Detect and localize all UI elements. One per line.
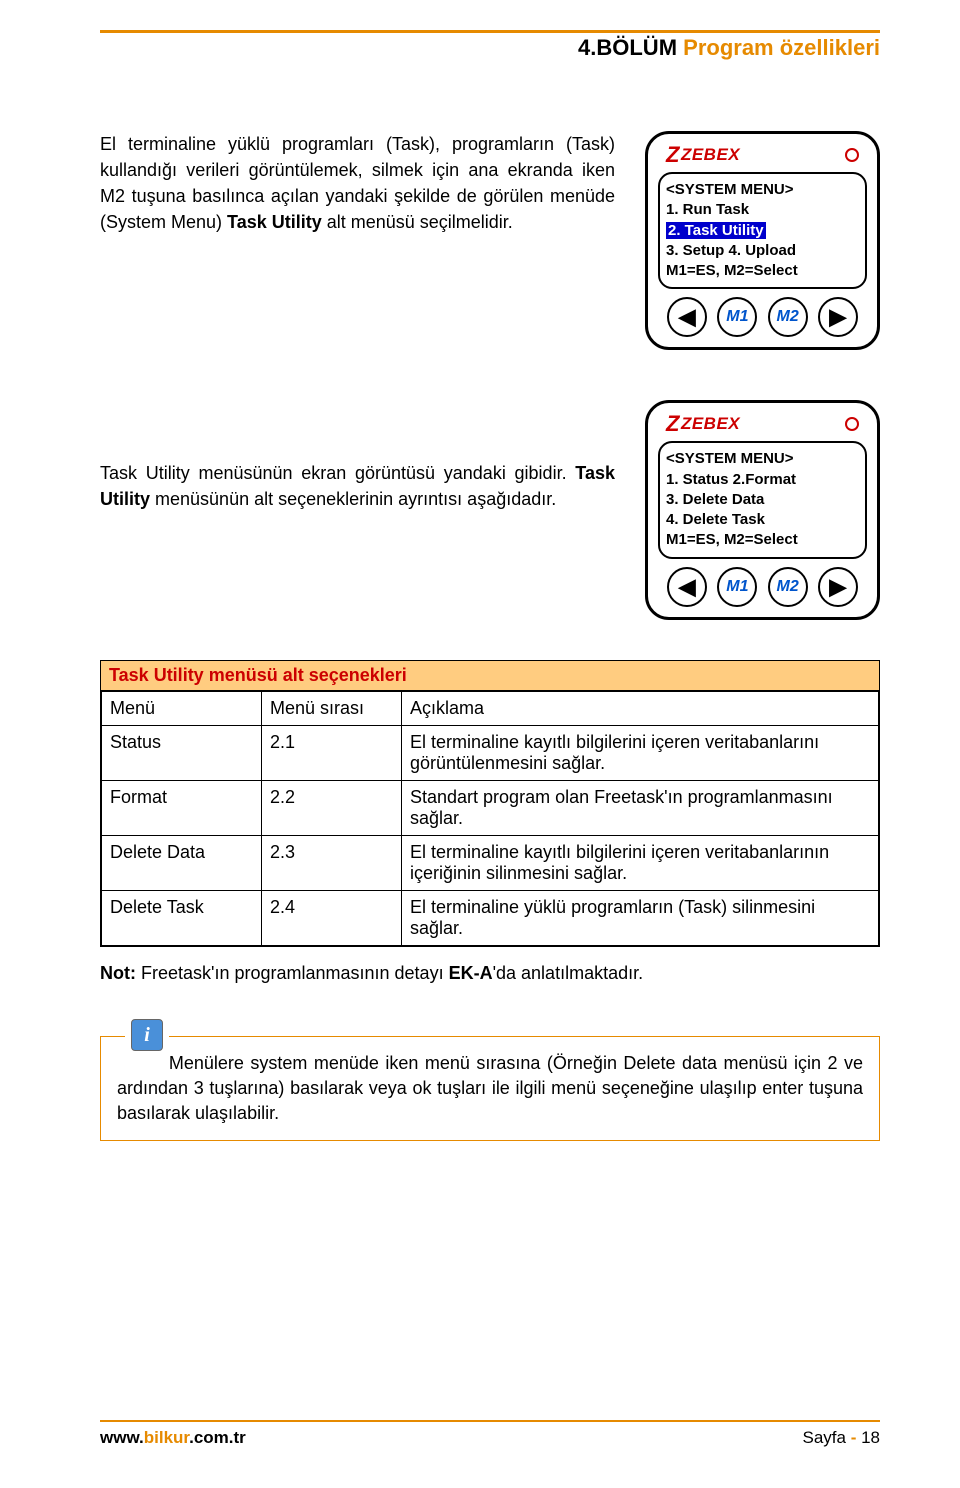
device-header: ZZEBEX xyxy=(658,411,867,441)
right-arrow-button: ▶ xyxy=(818,297,858,337)
info-box: i Menülere system menüde iken menü sıras… xyxy=(100,1036,880,1142)
options-table-wrap: Task Utility menüsü alt seçenekleri Menü… xyxy=(100,660,880,947)
cell-menu: Status xyxy=(102,725,262,780)
screen2-line4: M1=ES, M2=Select xyxy=(666,530,859,550)
triangle-left-icon: ◀ xyxy=(679,304,696,330)
screen2-line1: 1. Status 2.Format xyxy=(666,470,859,490)
cell-sira: 2.2 xyxy=(262,780,402,835)
chapter-name: Program özellikleri xyxy=(683,35,880,60)
section-1: El terminaline yüklü programları (Task),… xyxy=(100,131,880,350)
info-icon-wrap: i xyxy=(125,1019,169,1051)
logo-text: ZEBEX xyxy=(681,414,740,434)
table-row: Status 2.1 El terminaline kayıtlı bilgil… xyxy=(102,725,879,780)
m1-button: M1 xyxy=(717,567,757,607)
th-desc: Açıklama xyxy=(402,691,879,725)
options-table: Menü Menü sırası Açıklama Status 2.1 El … xyxy=(101,691,879,946)
footer-page: Sayfa - 18 xyxy=(802,1428,880,1448)
device-button-row: ◀ M1 M2 ▶ xyxy=(658,567,867,607)
triangle-right-icon: ▶ xyxy=(829,574,846,600)
cell-menu: Delete Data xyxy=(102,835,262,890)
triangle-right-icon: ▶ xyxy=(829,304,846,330)
cell-sira: 2.1 xyxy=(262,725,402,780)
table-row: Format 2.2 Standart program olan Freetas… xyxy=(102,780,879,835)
device-button-row: ◀ M1 M2 ▶ xyxy=(658,297,867,337)
note-text: Freetask'ın programlanmasının detayı xyxy=(136,963,449,983)
led-icon xyxy=(845,417,859,431)
paragraph-1: El terminaline yüklü programları (Task),… xyxy=(100,131,615,235)
header-rule xyxy=(100,30,880,33)
led-icon xyxy=(845,148,859,162)
table-row: Delete Data 2.3 El terminaline kayıtlı b… xyxy=(102,835,879,890)
page-dash: - xyxy=(851,1428,861,1447)
device-frame: ZZEBEX <SYSTEM MENU> 1. Status 2.Format … xyxy=(645,400,880,619)
cell-menu: Format xyxy=(102,780,262,835)
cell-sira: 2.4 xyxy=(262,890,402,945)
right-arrow-button: ▶ xyxy=(818,567,858,607)
page-label: Sayfa xyxy=(802,1428,850,1447)
screen1-title: <SYSTEM MENU> xyxy=(666,180,859,200)
logo-text: ZEBEX xyxy=(681,145,740,165)
url-suffix: .com.tr xyxy=(189,1428,246,1447)
section-2: Task Utility menüsünün ekran görüntüsü y… xyxy=(100,400,880,619)
device-header: ZZEBEX xyxy=(658,142,867,172)
info-text: Menülere system menüde iken menü sırasın… xyxy=(117,1037,863,1127)
m2-button: M2 xyxy=(768,297,808,337)
device-frame: ZZEBEX <SYSTEM MENU> 1. Run Task 2. Task… xyxy=(645,131,880,350)
page-footer: www.bilkur.com.tr Sayfa - 18 xyxy=(100,1420,880,1448)
device-screen-2: <SYSTEM MENU> 1. Status 2.Format 3. Dele… xyxy=(658,441,867,558)
device-screenshot-1: ZZEBEX <SYSTEM MENU> 1. Run Task 2. Task… xyxy=(645,131,880,350)
left-arrow-button: ◀ xyxy=(667,297,707,337)
cell-desc: El terminaline kayıtlı bilgilerini içere… xyxy=(402,725,879,780)
screen2-title: <SYSTEM MENU> xyxy=(666,449,859,469)
screen2-line3: 4. Delete Task xyxy=(666,510,859,530)
info-icon: i xyxy=(131,1019,163,1051)
chapter-title: 4.BÖLÜM Program özellikleri xyxy=(100,35,880,61)
note-bold: EK-A xyxy=(449,963,493,983)
para1-bold: Task Utility xyxy=(227,212,322,232)
cell-desc: Standart program olan Freetask'ın progra… xyxy=(402,780,879,835)
table-header-row: Menü Menü sırası Açıklama xyxy=(102,691,879,725)
th-sira: Menü sırası xyxy=(262,691,402,725)
cell-menu: Delete Task xyxy=(102,890,262,945)
url-prefix: www. xyxy=(100,1428,144,1447)
chapter-number: 4.BÖLÜM xyxy=(578,35,683,60)
table-row: Delete Task 2.4 El terminaline yüklü pro… xyxy=(102,890,879,945)
screen2-line2: 3. Delete Data xyxy=(666,490,859,510)
para1-post: alt menüsü seçilmelidir. xyxy=(322,212,513,232)
screen1-line4: M1=ES, M2=Select xyxy=(666,261,859,281)
m1-button: M1 xyxy=(717,297,757,337)
m2-button: M2 xyxy=(768,567,808,607)
para2-post: menüsünün alt seçeneklerinin ayrıntısı a… xyxy=(150,489,556,509)
info-content: Menülere system menüde iken menü sırasın… xyxy=(117,1053,863,1123)
footer-url: www.bilkur.com.tr xyxy=(100,1428,246,1448)
paragraph-2: Task Utility menüsünün ekran görüntüsü y… xyxy=(100,400,615,512)
footer-rule xyxy=(100,1420,880,1422)
th-menu: Menü xyxy=(102,691,262,725)
device-screenshot-2: ZZEBEX <SYSTEM MENU> 1. Status 2.Format … xyxy=(645,400,880,619)
para2-pre: Task Utility menüsünün ekran görüntüsü y… xyxy=(100,463,575,483)
footer-row: www.bilkur.com.tr Sayfa - 18 xyxy=(100,1428,880,1448)
cell-desc: El terminaline kayıtlı bilgilerini içere… xyxy=(402,835,879,890)
url-domain: bilkur xyxy=(144,1428,189,1447)
left-arrow-button: ◀ xyxy=(667,567,707,607)
cell-desc: El terminaline yüklü programların (Task)… xyxy=(402,890,879,945)
screen1-line3: 3. Setup 4. Upload xyxy=(666,241,859,261)
table-title: Task Utility menüsü alt seçenekleri xyxy=(101,661,879,691)
device-screen-1: <SYSTEM MENU> 1. Run Task 2. Task Utilit… xyxy=(658,172,867,289)
screen1-line2-highlighted: 2. Task Utility xyxy=(666,222,766,239)
screen1-line1: 1. Run Task xyxy=(666,200,859,220)
note-post: 'da anlatılmaktadır. xyxy=(493,963,644,983)
note-label: Not: xyxy=(100,963,136,983)
page-number: 18 xyxy=(861,1428,880,1447)
zebex-logo: ZZEBEX xyxy=(666,411,740,437)
note-paragraph: Not: Freetask'ın programlanmasının detay… xyxy=(100,961,880,986)
cell-sira: 2.3 xyxy=(262,835,402,890)
zebex-logo: ZZEBEX xyxy=(666,142,740,168)
triangle-left-icon: ◀ xyxy=(679,574,696,600)
